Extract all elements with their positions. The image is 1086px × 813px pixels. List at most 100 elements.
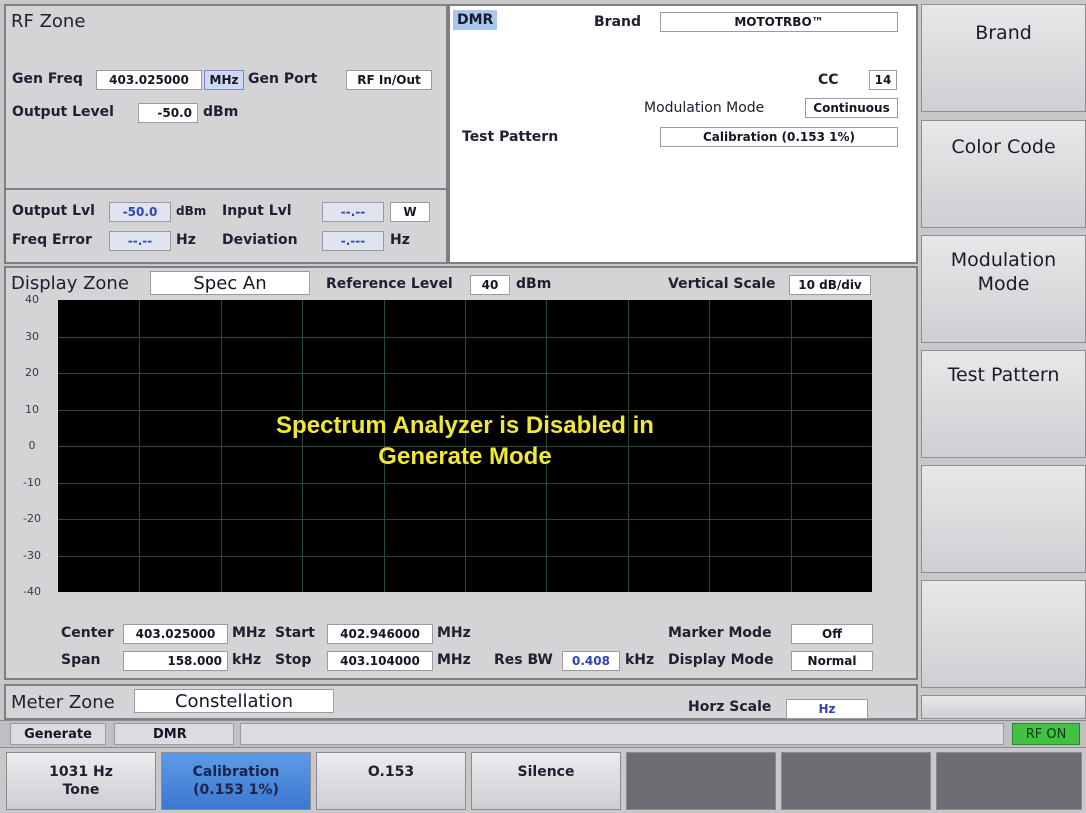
softkey-blank-5[interactable] xyxy=(921,465,1086,573)
start-field[interactable]: 402.946000 xyxy=(327,624,433,644)
softkey-blank-7[interactable] xyxy=(921,695,1086,719)
key-silence-label: Silence xyxy=(517,764,575,780)
vertical-scale-field[interactable]: 10 dB/div xyxy=(789,275,871,295)
span-field[interactable]: 158.000 xyxy=(123,651,228,671)
status-protocol: DMR xyxy=(114,723,234,745)
key-1031hz-line1: 1031 Hz xyxy=(49,764,113,780)
softkey-color-code-label: Color Code xyxy=(951,136,1056,158)
horz-scale-field[interactable]: Hz xyxy=(786,699,868,719)
y-tick-label: -40 xyxy=(23,585,41,598)
status-mode: Generate xyxy=(10,723,106,745)
graticule-hline xyxy=(58,337,872,338)
stop-label: Stop xyxy=(275,652,312,668)
center-field[interactable]: 403.025000 xyxy=(123,624,228,644)
y-tick-label: 10 xyxy=(25,403,39,416)
input-lvl-unit: W xyxy=(390,202,430,222)
output-lvl-label: Output Lvl xyxy=(12,203,95,219)
softkey-test-pattern-label: Test Pattern xyxy=(947,364,1060,386)
gen-freq-unit[interactable]: MHz xyxy=(204,70,244,90)
rf-zone-title: RF Zone xyxy=(11,11,86,32)
message-line-1: Spectrum Analyzer is Disabled in xyxy=(276,412,654,439)
rf-zone-divider xyxy=(6,188,446,190)
key-blank-7[interactable] xyxy=(936,752,1082,810)
y-tick-label: 20 xyxy=(25,366,39,379)
key-blank-5[interactable] xyxy=(626,752,776,810)
stop-field[interactable]: 403.104000 xyxy=(327,651,433,671)
y-tick-label: -10 xyxy=(23,476,41,489)
res-bw-unit: kHz xyxy=(625,652,655,668)
y-tick-label: -20 xyxy=(23,512,41,525)
key-calibration[interactable]: Calibration (0.153 1%) xyxy=(161,752,311,810)
cc-label: CC xyxy=(818,72,839,88)
res-bw-field[interactable]: 0.408 xyxy=(562,651,620,671)
graticule-hline xyxy=(58,483,872,484)
display-mode-label: Display Mode xyxy=(668,652,774,668)
spectrum-screen: Spectrum Analyzer is Disabled in Generat… xyxy=(58,300,872,592)
output-level-field[interactable]: -50.0 xyxy=(138,103,198,123)
deviation-unit: Hz xyxy=(390,232,410,248)
key-calibration-line1: Calibration xyxy=(192,764,280,780)
span-unit: kHz xyxy=(232,652,262,668)
status-message-area xyxy=(240,723,1004,745)
test-pattern-field[interactable]: Calibration (0.153 1%) xyxy=(660,127,898,147)
freq-error-label: Freq Error xyxy=(12,232,92,248)
start-unit: MHz xyxy=(437,625,471,641)
reference-level-label: Reference Level xyxy=(326,276,453,292)
dmr-title: DMR xyxy=(453,10,498,30)
output-level-label: Output Level xyxy=(12,104,114,120)
vertical-scale-label: Vertical Scale xyxy=(668,276,776,292)
brand-field[interactable]: MOTOTRBO™ xyxy=(660,12,898,32)
key-o153[interactable]: O.153 xyxy=(316,752,466,810)
horz-scale-label: Horz Scale xyxy=(688,699,772,715)
test-pattern-label: Test Pattern xyxy=(462,129,559,145)
softkey-brand-label: Brand xyxy=(975,22,1032,44)
deviation-readout: -.--- xyxy=(322,231,384,251)
display-zone-title: Display Zone xyxy=(11,273,129,294)
marker-mode-field[interactable]: Off xyxy=(791,624,873,644)
softkey-test-pattern[interactable]: Test Pattern xyxy=(921,350,1086,458)
y-tick-label: -30 xyxy=(23,549,41,562)
softkey-blank-6[interactable] xyxy=(921,580,1086,688)
softkey-brand[interactable]: Brand xyxy=(921,4,1086,112)
freq-error-unit: Hz xyxy=(176,232,196,248)
key-blank-6[interactable] xyxy=(781,752,931,810)
softkey-modulation-line2: Mode xyxy=(977,273,1030,295)
softkey-modulation-mode[interactable]: Modulation Mode xyxy=(921,235,1086,343)
softkey-color-code[interactable]: Color Code xyxy=(921,120,1086,228)
reference-level-field[interactable]: 40 xyxy=(470,275,510,295)
gen-port-label: Gen Port xyxy=(248,71,318,87)
y-tick-label: 40 xyxy=(25,293,39,306)
cc-field[interactable]: 14 xyxy=(869,70,897,90)
meter-zone-title: Meter Zone xyxy=(11,692,115,713)
input-lvl-label: Input Lvl xyxy=(222,203,292,219)
display-mode-selector[interactable]: Spec An xyxy=(150,271,310,295)
rf-zone-panel xyxy=(4,4,448,264)
key-calibration-line2: (0.153 1%) xyxy=(193,782,279,798)
start-label: Start xyxy=(275,625,315,641)
y-tick-label: 30 xyxy=(25,330,39,343)
meter-mode-selector[interactable]: Constellation xyxy=(134,689,334,713)
brand-label: Brand xyxy=(594,14,642,30)
display-mode-field[interactable]: Normal xyxy=(791,651,873,671)
gen-freq-label: Gen Freq xyxy=(12,71,83,87)
gen-freq-field[interactable]: 403.025000 xyxy=(96,70,202,90)
rf-zone-upper xyxy=(6,6,446,188)
res-bw-label: Res BW xyxy=(494,652,553,668)
output-lvl-unit: dBm xyxy=(176,204,207,218)
rf-on-indicator: RF ON xyxy=(1012,723,1080,745)
key-1031hz-tone[interactable]: 1031 Hz Tone xyxy=(6,752,156,810)
deviation-label: Deviation xyxy=(222,232,298,248)
key-1031hz-line2: Tone xyxy=(62,782,100,798)
input-lvl-readout: --.-- xyxy=(322,202,384,222)
graticule-hline xyxy=(58,373,872,374)
output-lvl-readout: -50.0 xyxy=(109,202,171,222)
key-silence[interactable]: Silence xyxy=(471,752,621,810)
reference-level-unit: dBm xyxy=(516,276,552,292)
stop-unit: MHz xyxy=(437,652,471,668)
output-level-unit: dBm xyxy=(203,104,239,120)
modulation-mode-field[interactable]: Continuous xyxy=(805,98,898,118)
span-label: Span xyxy=(61,652,101,668)
center-label: Center xyxy=(61,625,114,641)
modulation-mode-label: Modulation Mode xyxy=(644,100,765,116)
gen-port-field[interactable]: RF In/Out xyxy=(346,70,432,90)
